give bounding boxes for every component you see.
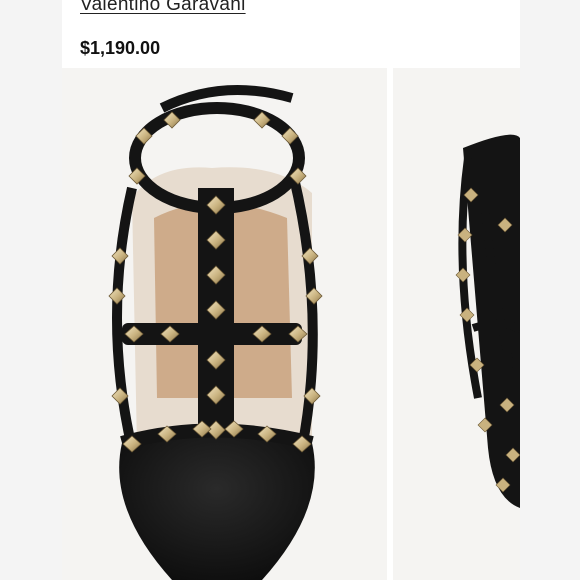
shoe-side-illustration xyxy=(455,134,520,508)
shoe-front-illustration xyxy=(108,85,323,580)
product-panel: Valentino Garavani $1,190.00 xyxy=(62,0,520,580)
right-gutter xyxy=(520,0,580,580)
image-gallery[interactable] xyxy=(62,68,520,580)
product-price: $1,190.00 xyxy=(80,38,161,58)
brand-link[interactable]: Valentino Garavani xyxy=(80,0,246,16)
left-gutter xyxy=(0,0,62,580)
product-image-side[interactable] xyxy=(393,68,520,580)
product-image-front[interactable] xyxy=(62,68,387,580)
